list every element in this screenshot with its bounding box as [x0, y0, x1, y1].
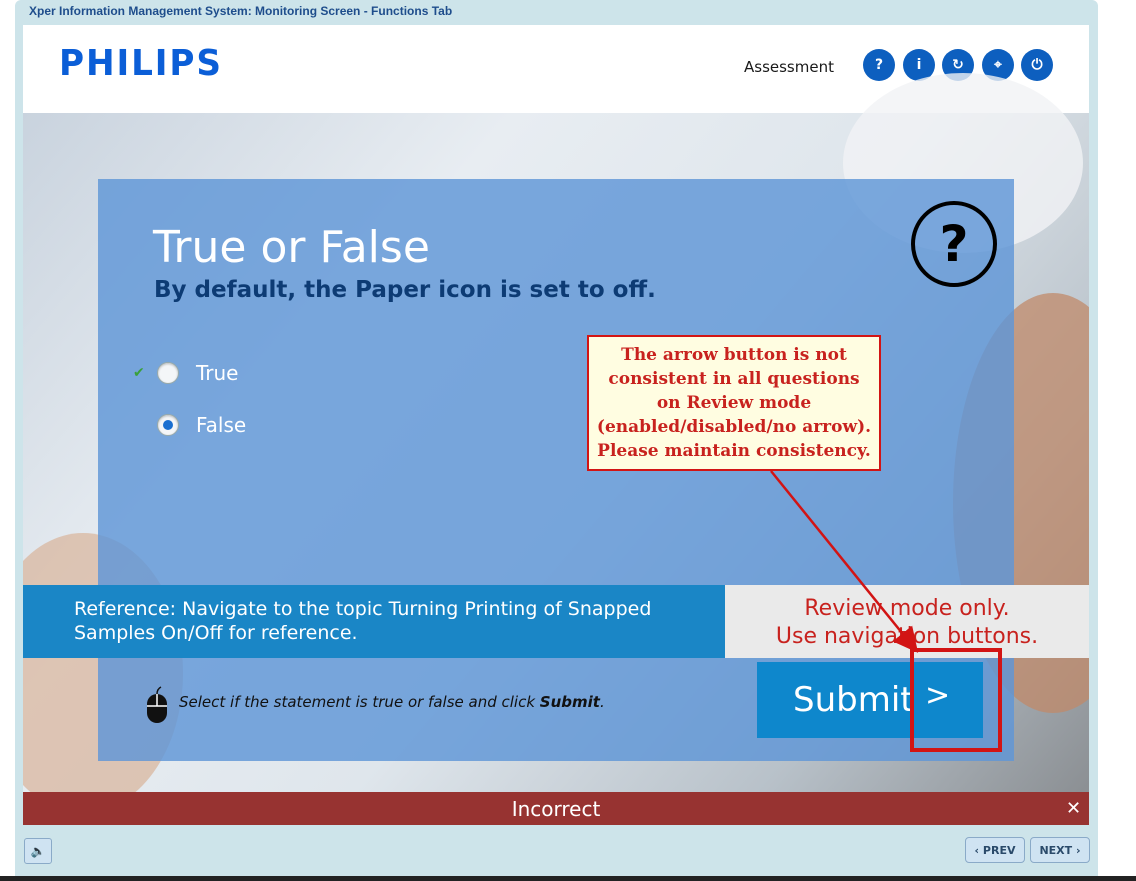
reference-text: Reference: Navigate to the topic Turning… — [74, 598, 652, 644]
mouse-icon — [147, 686, 167, 723]
info-icon: i — [916, 57, 922, 73]
review-line-1: Review mode only. — [804, 596, 1010, 621]
refresh-icon: ↻ — [952, 57, 964, 73]
correct-check-icon: ✔ — [133, 365, 145, 381]
chevron-left-icon: ‹ — [974, 843, 980, 857]
window-title: Xper Information Management System: Moni… — [29, 4, 453, 18]
speaker-icon: 🔈 — [30, 844, 46, 858]
help-button[interactable]: ? — [863, 49, 895, 81]
taskbar — [0, 876, 1136, 881]
option-true[interactable]: True — [157, 361, 238, 385]
instruction-suffix: . — [599, 693, 605, 711]
question-mark-icon: ? — [911, 201, 997, 287]
annotation-highlight-box — [910, 648, 1002, 752]
feedback-text: Incorrect — [511, 797, 601, 821]
submit-label: Submit — [793, 680, 914, 720]
instruction-action: Submit — [539, 693, 600, 711]
course-content: PHILIPS Assessment ? i ↻ ⌖ ⏻ ? True or F… — [23, 25, 1089, 825]
audio-button[interactable]: 🔈 — [24, 838, 52, 864]
help-icon: ? — [874, 57, 884, 73]
option-true-label: True — [196, 361, 239, 385]
instruction-prefix: Select if the statement is true or false… — [179, 693, 540, 711]
next-button[interactable]: NEXT › — [1030, 837, 1090, 863]
philips-logo: PHILIPS — [59, 43, 223, 84]
option-false-label: False — [196, 413, 247, 437]
close-icon[interactable]: ✕ — [1066, 798, 1081, 819]
review-line-2: Use navigation buttons. — [775, 624, 1039, 649]
prev-label: PREV — [982, 843, 1016, 857]
next-label: NEXT — [1039, 843, 1073, 857]
reference-bar: Reference: Navigate to the topic Turning… — [23, 585, 725, 658]
power-icon: ⏻ — [1031, 57, 1043, 73]
review-mode-box: Review mode only. Use navigation buttons… — [725, 585, 1089, 658]
power-button[interactable]: ⏻ — [1021, 49, 1053, 81]
option-false[interactable]: False — [157, 413, 246, 437]
question-statement: By default, the Paper icon is set to off… — [154, 277, 656, 303]
section-label: Assessment — [744, 58, 834, 76]
question-title: True or False — [153, 222, 430, 273]
review-annotation-note: The arrow button is not consistent in al… — [587, 335, 881, 471]
prev-button[interactable]: ‹ PREV — [965, 837, 1025, 863]
chevron-right-icon: › — [1076, 843, 1081, 857]
radio-true[interactable] — [157, 362, 179, 384]
radio-false[interactable] — [157, 414, 179, 436]
compass-icon: ⌖ — [994, 57, 1002, 73]
feedback-bar: Incorrect ✕ — [23, 792, 1089, 825]
review-mode-text: Review mode only. Use navigation buttons… — [725, 595, 1089, 651]
instruction-text: Select if the statement is true or false… — [179, 693, 605, 711]
